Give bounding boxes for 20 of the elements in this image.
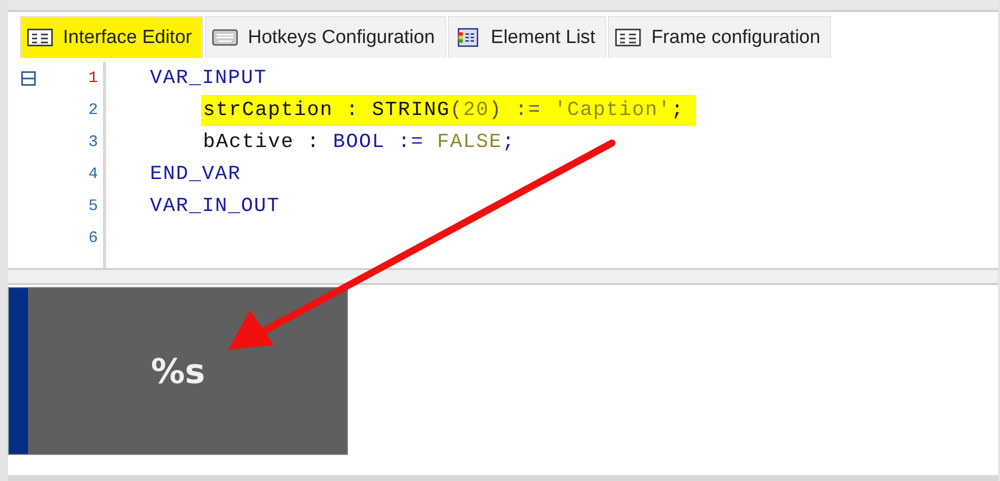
form-icon	[27, 28, 53, 47]
code-line: VAR_INPUT	[149, 66, 268, 92]
collapse-icon[interactable]	[20, 70, 36, 86]
form-icon	[615, 28, 642, 47]
line-number: 2	[88, 101, 98, 119]
line-number: 3	[88, 133, 98, 151]
tab[interactable]: Frame configuration	[608, 16, 832, 58]
code-line: bActive : BOOL := FALSE;	[202, 130, 516, 156]
tab[interactable]: Hotkeys Configuration	[204, 16, 446, 58]
tab[interactable]: Interface Editor	[20, 16, 203, 58]
line-number: 6	[88, 229, 98, 247]
keyboard-icon	[212, 28, 238, 47]
code-line: END_VAR	[149, 162, 242, 188]
line-number: 5	[88, 197, 98, 215]
line-number: 1	[88, 69, 98, 87]
caption-element[interactable]: %s	[8, 287, 348, 455]
placeholder-text: %s	[150, 352, 206, 392]
line-number: 4	[88, 165, 98, 183]
code-line: VAR_IN_OUT	[149, 194, 282, 220]
tab[interactable]: Element List	[448, 16, 606, 58]
